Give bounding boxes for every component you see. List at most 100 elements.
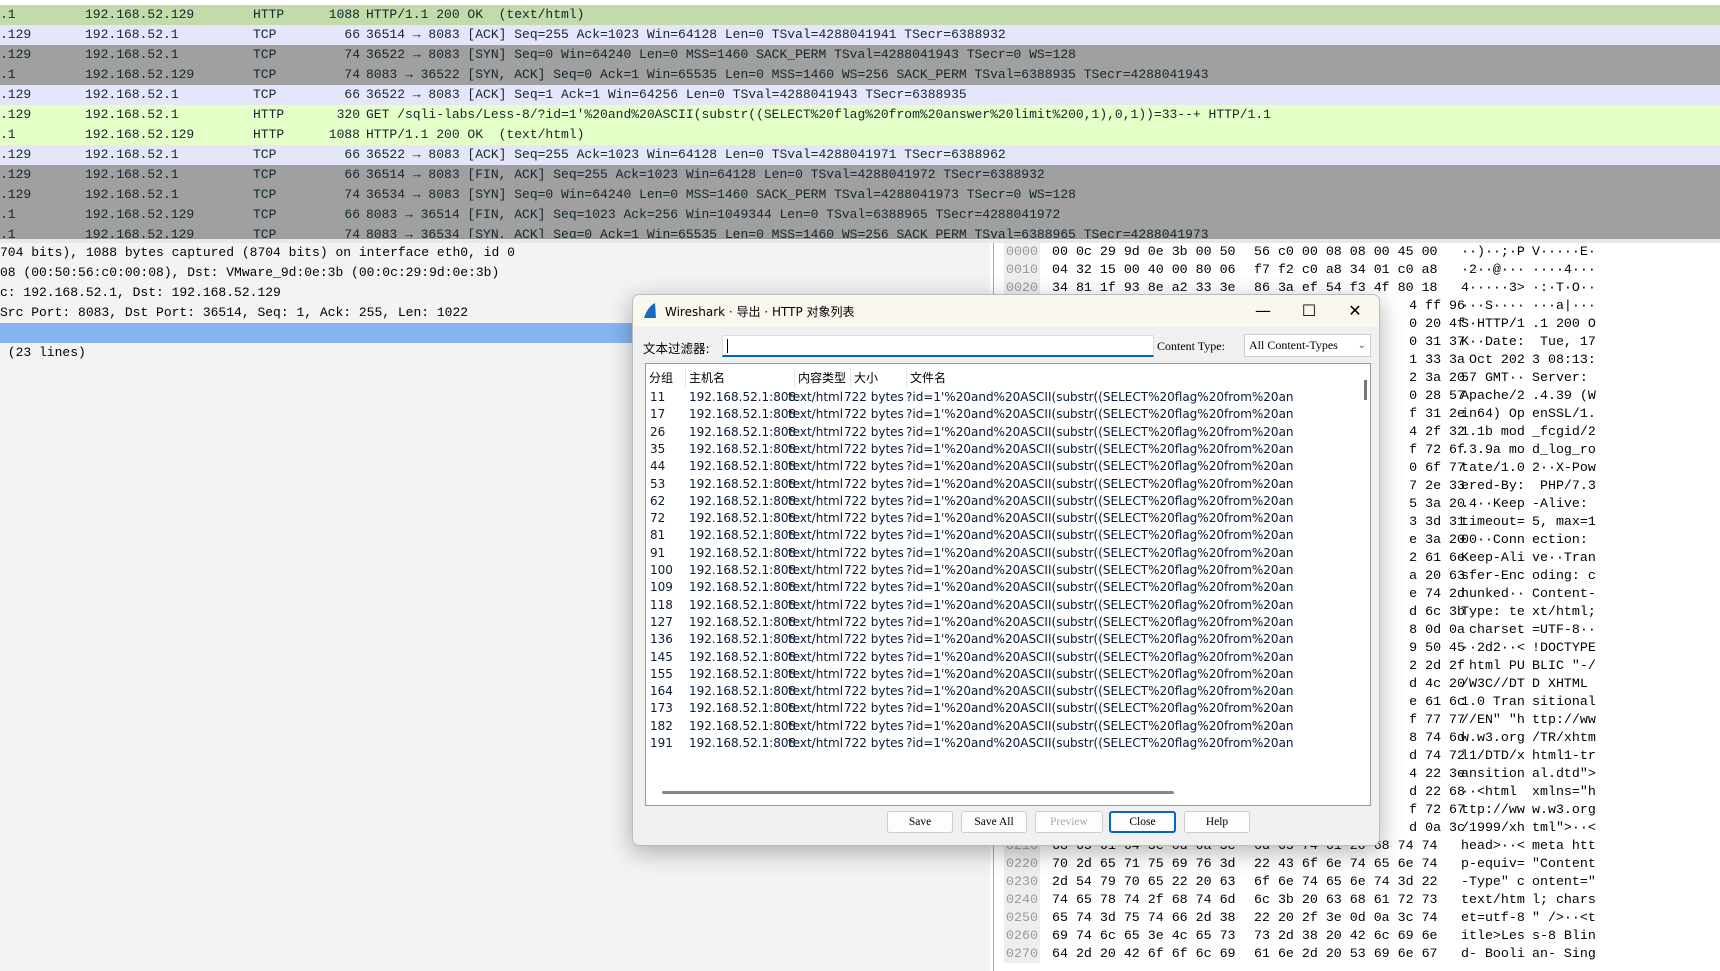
object-row[interactable]: 17 192.168.52.1:8083 text/html 722 bytes ?id… (646, 405, 1294, 424)
packet-length: 320 (336, 107, 360, 122)
dialog-title-bar[interactable]: Wireshark · 导出 · HTTP 对象列表 — ☐ ✕ (633, 295, 1379, 327)
object-row[interactable]: 44 192.168.52.1:8083 text/html 722 bytes ?id… (646, 457, 1294, 476)
object-row[interactable]: 182 192.168.52.1:8083 text/html 722 bytes ?i… (646, 717, 1294, 736)
object-content-type: text/html (788, 424, 844, 439)
packet-row[interactable]: .1 192.168.52.129 TCP 74 8083 → 36534 [SYN, … (0, 225, 1720, 238)
object-hostname: 192.168.52.1:8083 (689, 407, 795, 422)
hex-bytes: 4 ff 96 (1409, 298, 1465, 313)
object-row[interactable]: 53 192.168.52.1:8083 text/html 722 bytes ?id… (646, 475, 1294, 494)
object-row[interactable]: 91 192.168.52.1:8083 text/html 722 bytes ?id… (646, 544, 1294, 563)
packet-source: .129 (0, 47, 32, 62)
column-header-packet[interactable]: 分组 (646, 368, 686, 388)
chevron-down-icon: ⌄ (1357, 340, 1366, 351)
hex-ascii: S·HTTP/1 (1461, 316, 1525, 331)
column-header-filename[interactable]: 文件名 (907, 368, 1297, 388)
detail-line[interactable]: 704 bits), 1088 bytes captured (8704 bit… (0, 243, 990, 263)
object-row[interactable]: 145 192.168.52.1:8083 text/html 722 bytes ?i… (646, 648, 1294, 667)
packet-destination: 192.168.52.1 (85, 107, 179, 122)
packet-info: 36522 → 8083 [ACK] Seq=1 Ack=1 Win=64256… (366, 87, 967, 102)
hex-bytes: 8 74 6d (1409, 730, 1465, 745)
object-packet: 155 (650, 666, 673, 681)
object-row[interactable]: 109 192.168.52.1:8083 text/html 722 bytes ?i… (646, 578, 1294, 597)
hex-ascii: ansition (1461, 766, 1525, 781)
object-row[interactable]: 164 192.168.52.1:8083 text/html 722 bytes ?i… (646, 682, 1294, 701)
packet-row[interactable]: .129 192.168.52.1 TCP 66 36514 → 8083 [FIN, … (0, 165, 1720, 185)
detail-line[interactable]: 08 (00:50:56:c0:00:08), Dst: VMware_9d:0… (0, 263, 990, 283)
object-filename: ?id=1'%20and%20ASCII(substr((SELECT%20fl… (906, 493, 1294, 508)
object-hostname: 192.168.52.1:8083 (689, 597, 795, 612)
packet-destination: 192.168.52.1 (85, 47, 179, 62)
packet-row[interactable]: .1 192.168.52.129 TCP 66 8083 → 36514 [FIN, … (0, 205, 1720, 225)
hex-row: 0220 70 2d 65 71 75 69 76 3d 22 43 6f 6e 7… (994, 855, 1720, 873)
object-row[interactable]: 35 192.168.52.1:8083 text/html 722 bytes ?id… (646, 440, 1294, 459)
close-window-button[interactable]: ✕ (1335, 299, 1375, 323)
hex-ascii: " />··<t (1532, 910, 1596, 925)
hex-ascii: -Alive: (1532, 496, 1596, 511)
hex-bytes: d 6c 3b (1409, 604, 1465, 619)
help-button[interactable]: Help (1184, 811, 1250, 833)
object-row[interactable]: 11 192.168.52.1:8083 text/html 722 bytes ?id… (646, 388, 1294, 407)
maximize-button[interactable]: ☐ (1289, 299, 1329, 323)
hex-ascii: ered-By: (1461, 478, 1525, 493)
packet-source: .129 (0, 27, 32, 42)
packet-row[interactable]: .129 192.168.52.1 HTTP 320 GET /sqli-labs/Le… (0, 105, 1720, 125)
object-row[interactable]: 127 192.168.52.1:8083 text/html 722 bytes ?i… (646, 613, 1294, 632)
packet-source: .1 (0, 207, 16, 222)
preview-button[interactable]: Preview (1035, 811, 1103, 833)
packet-row[interactable]: .1 192.168.52.129 HTTP 1088 HTTP/1.1 200 OK … (0, 5, 1720, 25)
packet-list[interactable]: .1 192.168.52.129 HTTP 1088 HTTP/1.1 200 OK … (0, 0, 1720, 238)
object-size: 722 bytes (844, 511, 904, 526)
column-header-size[interactable]: 大小 (851, 368, 907, 388)
object-row[interactable]: 72 192.168.52.1:8083 text/html 722 bytes ?id… (646, 509, 1294, 528)
hex-row: 0250 65 74 3d 75 74 66 2d 38 22 20 2f 3e 0… (994, 909, 1720, 927)
save-all-button[interactable]: Save All (961, 811, 1027, 833)
packet-row[interactable]: .129 192.168.52.1 TCP 66 36514 → 8083 [ACK] … (0, 25, 1720, 45)
hex-ascii: timeout= (1461, 514, 1525, 529)
vertical-scrollbar[interactable] (1364, 380, 1367, 400)
column-header-hostname[interactable]: 主机名 (686, 368, 795, 388)
object-packet: 164 (650, 684, 673, 699)
column-header-content-type[interactable]: 内容类型 (795, 368, 851, 388)
packet-protocol: TCP (253, 147, 277, 162)
object-row[interactable]: 191 192.168.52.1:8083 text/html 722 bytes ?i… (646, 734, 1294, 753)
hex-bytes: 2d 54 79 70 65 22 20 63 (1052, 874, 1236, 889)
packet-row[interactable]: .129 192.168.52.1 TCP 66 36522 → 8083 [ACK] … (0, 145, 1720, 165)
hex-ascii: in64) Op (1461, 406, 1525, 421)
hex-bytes: 61 6e 2d 20 53 69 6e 67 (1254, 946, 1438, 961)
object-row[interactable]: 173 192.168.52.1:8083 text/html 722 bytes ?i… (646, 699, 1294, 718)
object-row[interactable]: 100 192.168.52.1:8083 text/html 722 bytes ?i… (646, 561, 1294, 580)
packet-destination: 192.168.52.1 (85, 167, 179, 182)
object-row[interactable]: 118 192.168.52.1:8083 text/html 722 bytes ?i… (646, 596, 1294, 615)
object-row[interactable]: 62 192.168.52.1:8083 text/html 722 bytes ?id… (646, 492, 1294, 511)
packet-row[interactable]: .129 192.168.52.1 TCP 66 36522 → 8083 [ACK] … (0, 85, 1720, 105)
packet-info: HTTP/1.1 200 OK (text/html) (366, 127, 585, 142)
packet-row[interactable]: .129 192.168.52.1 TCP 74 36522 → 8083 [SYN] … (0, 45, 1720, 65)
object-size: 722 bytes (844, 666, 904, 681)
object-content-type: text/html (788, 632, 844, 647)
packet-row[interactable]: .1 192.168.52.129 TCP 74 8083 → 36522 [SYN, … (0, 65, 1720, 85)
http-objects-table[interactable]: ^ 分组 主机名 内容类型 大小 文件名 11 192.168.52.1:8083… (645, 363, 1371, 806)
text-filter-input[interactable] (722, 335, 1154, 357)
object-content-type: text/html (788, 701, 844, 716)
object-row[interactable]: 26 192.168.52.1:8083 text/html 722 bytes ?id… (646, 423, 1294, 442)
save-button[interactable]: Save (887, 811, 953, 833)
packet-protocol: TCP (253, 167, 277, 182)
minimize-button[interactable]: — (1243, 299, 1283, 323)
text-filter-label: 文本过滤器: (643, 341, 710, 356)
object-row[interactable]: 81 192.168.52.1:8083 text/html 722 bytes ?id… (646, 526, 1294, 545)
hex-ascii: sitional (1532, 694, 1596, 709)
horizontal-scrollbar[interactable] (662, 791, 1174, 794)
close-button[interactable]: Close (1109, 811, 1176, 833)
content-type-select[interactable]: All Content-Types ⌄ (1244, 334, 1371, 357)
hex-ascii: Apache/2 (1461, 388, 1525, 403)
hex-ascii: xmlns="h (1532, 784, 1596, 799)
hex-bytes: 56 c0 00 08 08 00 45 00 (1254, 244, 1438, 259)
object-row[interactable]: 136 192.168.52.1:8083 text/html 722 bytes ?i… (646, 630, 1294, 649)
packet-row[interactable]: .129 192.168.52.1 TCP 74 36534 → 8083 [SYN] … (0, 185, 1720, 205)
packet-row[interactable]: .1 192.168.52.129 HTTP 1088 HTTP/1.1 200 OK … (0, 125, 1720, 145)
object-row[interactable]: 155 192.168.52.1:8083 text/html 722 bytes ?i… (646, 665, 1294, 684)
hex-ascii: 57 GMT·· (1461, 370, 1525, 385)
hex-ascii: ttp://ww (1532, 712, 1596, 727)
hex-bytes: f 31 2e (1409, 406, 1465, 421)
hex-ascii: .4··Keep (1461, 496, 1525, 511)
